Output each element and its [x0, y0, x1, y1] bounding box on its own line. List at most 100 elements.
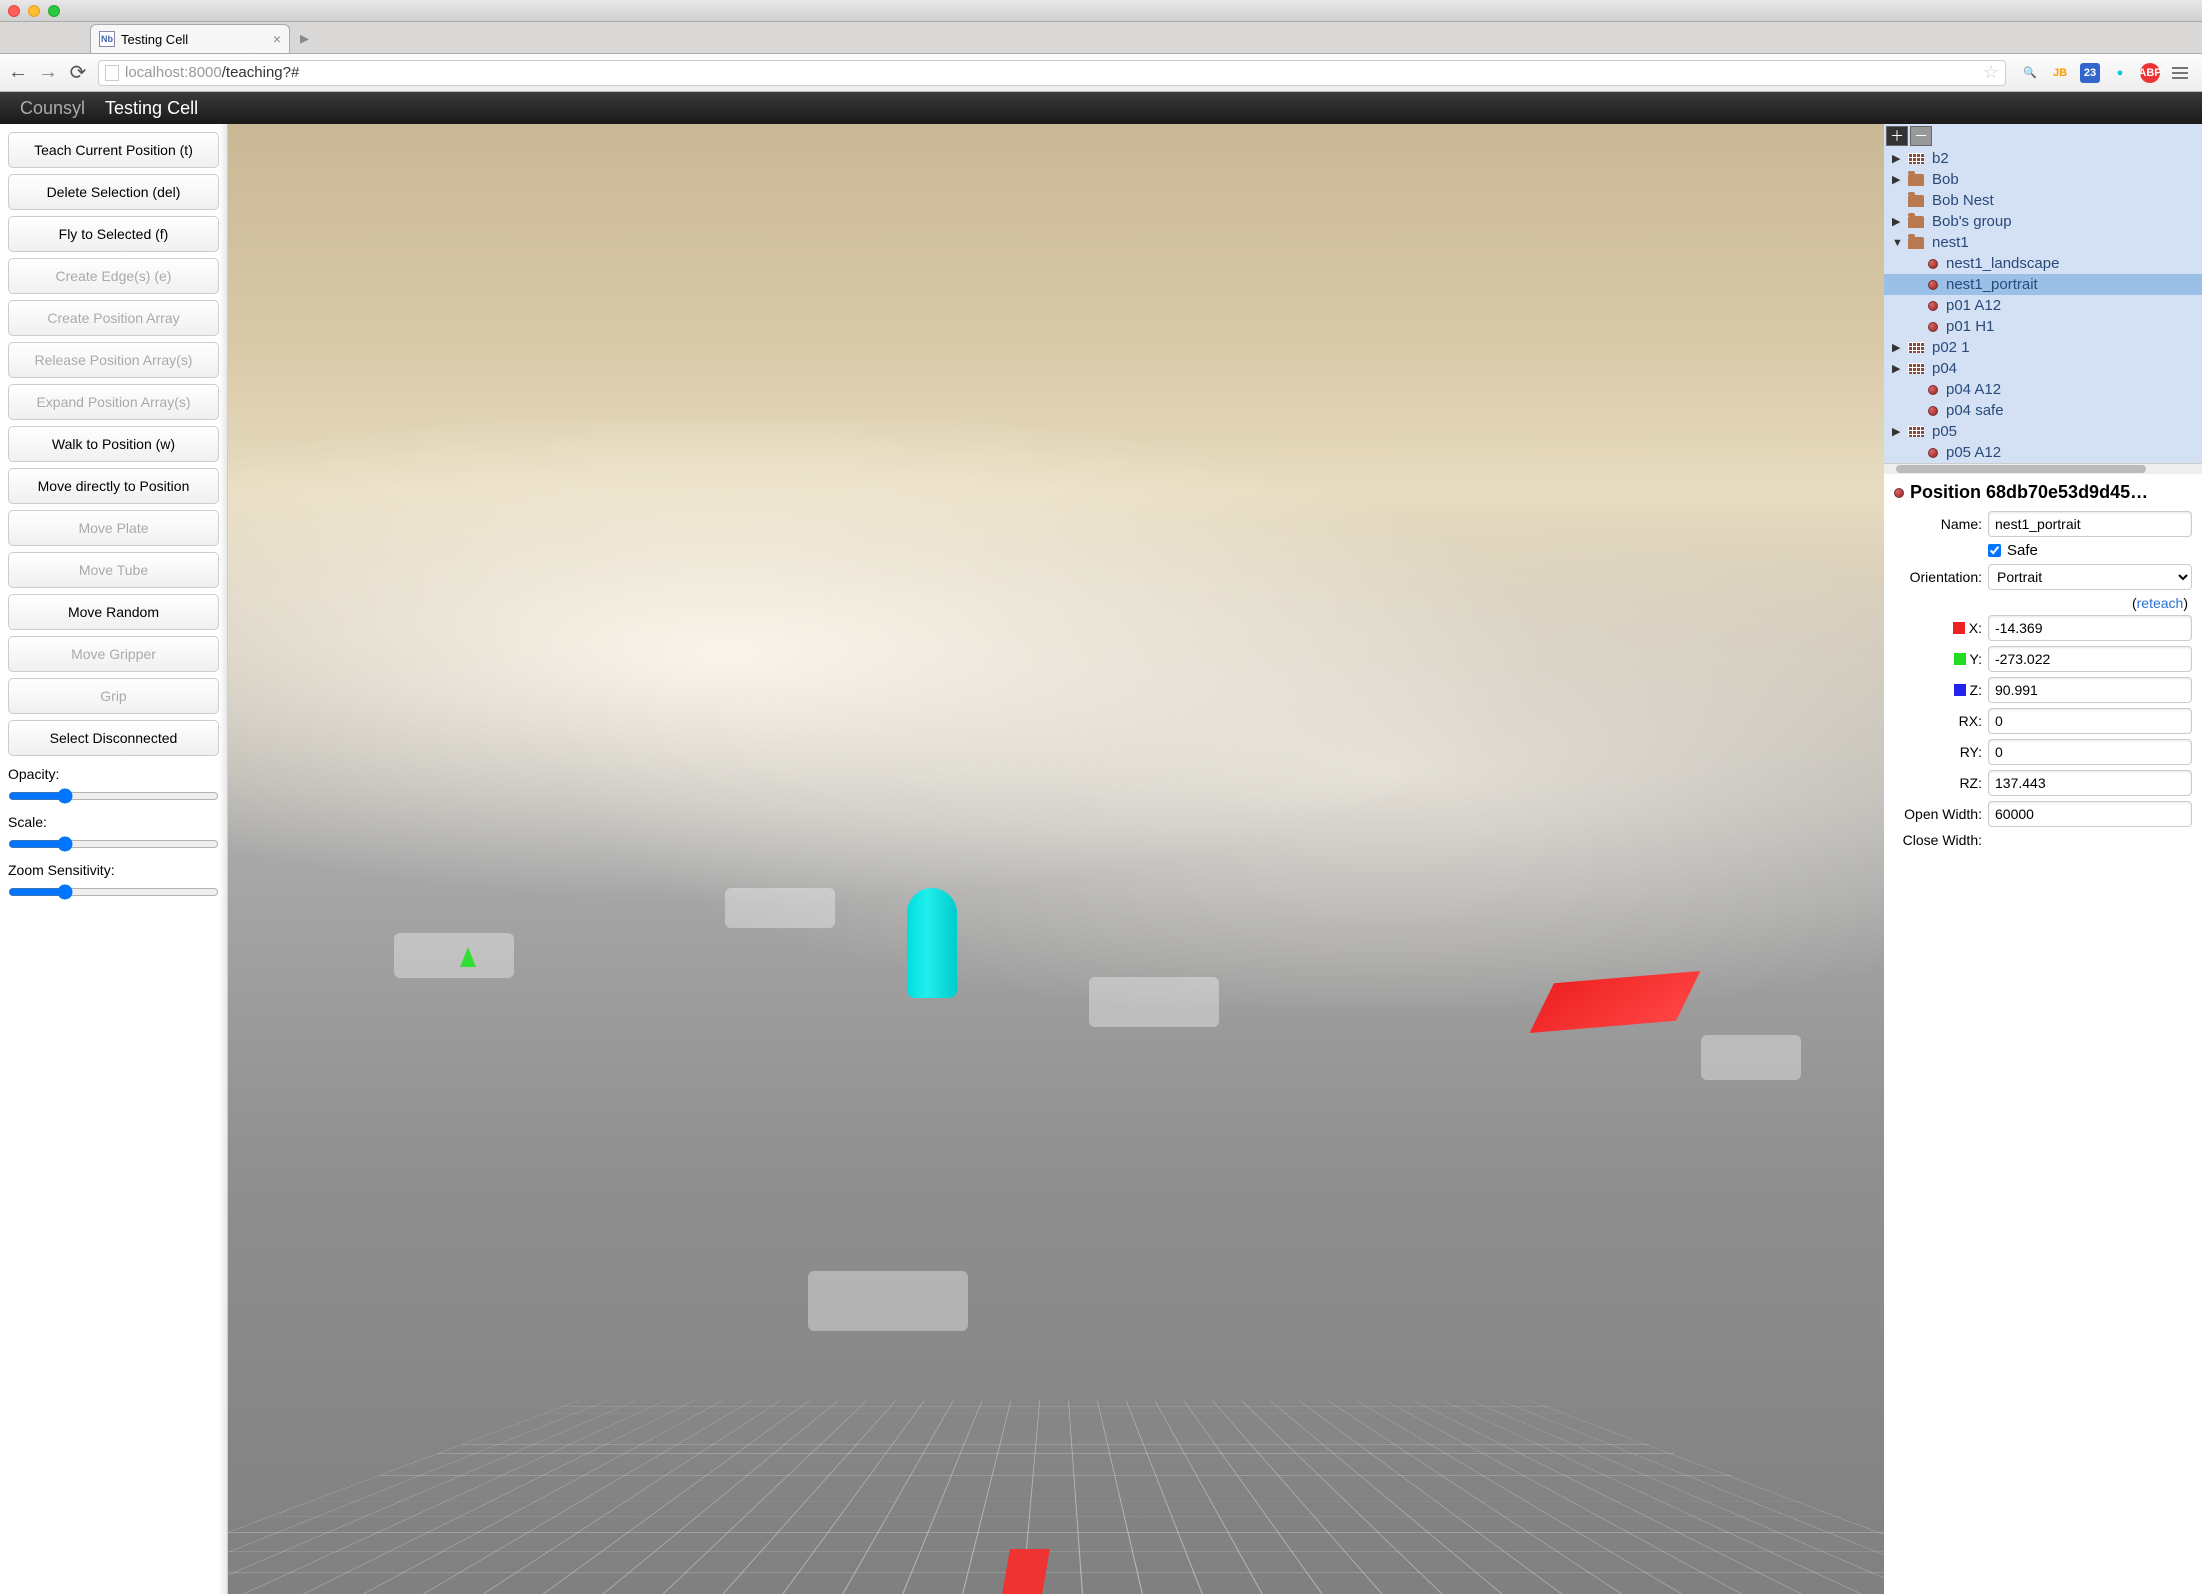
- remove-folder-button[interactable]: －: [1910, 126, 1932, 146]
- disclosure-arrow-icon[interactable]: ▶: [1892, 362, 1904, 375]
- disclosure-arrow-icon[interactable]: ▼: [1892, 237, 1904, 249]
- tree-item[interactable]: nest1_portrait: [1884, 274, 2202, 295]
- tree-item[interactable]: Bob Nest: [1884, 190, 2202, 211]
- close-tab-icon[interactable]: ×: [273, 31, 281, 47]
- fly-to-selected-f--button[interactable]: Fly to Selected (f): [8, 216, 219, 252]
- abp-extension-icon[interactable]: ABP: [2140, 63, 2160, 83]
- grip-button[interactable]: Grip: [8, 678, 219, 714]
- move-plate-button[interactable]: Move Plate: [8, 510, 219, 546]
- y-input[interactable]: [1988, 646, 2192, 672]
- grid-icon: [1908, 426, 1924, 437]
- tree-item[interactable]: ▶ p04: [1884, 358, 2202, 379]
- reteach-link[interactable]: reteach: [2137, 595, 2184, 611]
- forward-button[interactable]: →: [38, 61, 58, 84]
- point-icon: [1928, 259, 1938, 269]
- calendar-extension-icon[interactable]: 23: [2080, 63, 2100, 83]
- orientation-select[interactable]: Portrait: [1988, 564, 2192, 590]
- tree-item[interactable]: ▶b2: [1884, 148, 2202, 169]
- url-input[interactable]: localhost:8000/teaching?# ☆: [98, 60, 2006, 86]
- scale-slider[interactable]: [8, 836, 219, 852]
- tree-item-label: p04 A12: [1946, 381, 2001, 398]
- add-folder-button[interactable]: ＋: [1886, 126, 1908, 146]
- x-input[interactable]: [1988, 615, 2192, 641]
- opacity-slider[interactable]: [8, 788, 219, 804]
- disclosure-arrow-icon[interactable]: ▶: [1892, 173, 1904, 186]
- tree-item-label: nest1_portrait: [1946, 276, 2038, 293]
- tree-item-label: nest1_landscape: [1946, 255, 2059, 272]
- search-extension-icon[interactable]: 🔍: [2020, 63, 2040, 83]
- bookmark-icon[interactable]: ☆: [1983, 62, 1999, 83]
- folder-icon: [1908, 195, 1924, 207]
- walk-to-position-w--button[interactable]: Walk to Position (w): [8, 426, 219, 462]
- tree-item[interactable]: ▶Bob's group: [1884, 211, 2202, 232]
- jb-extension-icon[interactable]: JB: [2050, 63, 2070, 83]
- create-position-array-button[interactable]: Create Position Array: [8, 300, 219, 336]
- tree-item[interactable]: p04 A12: [1884, 379, 2202, 400]
- tree-item-label: nest1: [1932, 234, 1969, 251]
- teach-current-position-t--button[interactable]: Teach Current Position (t): [8, 132, 219, 168]
- tree-item[interactable]: ▶p05: [1884, 421, 2202, 442]
- tree-item[interactable]: p04 safe: [1884, 400, 2202, 421]
- move-gripper-button[interactable]: Move Gripper: [8, 636, 219, 672]
- extension-icons: 🔍 JB 23 ● ABP: [2016, 63, 2194, 83]
- page-icon: [105, 65, 119, 81]
- tree-item[interactable]: p05 A12: [1884, 442, 2202, 463]
- ry-input[interactable]: [1988, 739, 2192, 765]
- back-button[interactable]: ←: [8, 61, 28, 84]
- teal-extension-icon[interactable]: ●: [2110, 63, 2130, 83]
- right-panel: ＋ － ▶b2▶BobBob Nest▶Bob's group ▼ nest1 nes…: [1884, 124, 2202, 1594]
- left-panel: Teach Current Position (t) Delete Selecti…: [0, 124, 228, 1594]
- tree-item-label: p04: [1932, 360, 1957, 377]
- name-input[interactable]: [1988, 511, 2192, 537]
- grid-icon: [1908, 363, 1924, 374]
- window-chrome: [0, 0, 2202, 22]
- tree-item[interactable]: ▼ nest1: [1884, 232, 2202, 253]
- tree-item[interactable]: ▶Bob: [1884, 169, 2202, 190]
- select-disconnected-button[interactable]: Select Disconnected: [8, 720, 219, 756]
- tree-item[interactable]: p01 H1: [1884, 316, 2202, 337]
- zoom-label: Zoom Sensitivity:: [8, 862, 219, 878]
- properties-title: Position 68db70e53d9d45…: [1910, 482, 2148, 503]
- tree-scrollbar[interactable]: [1884, 464, 2202, 474]
- point-icon: [1928, 385, 1938, 395]
- rx-input[interactable]: [1988, 708, 2192, 734]
- move-directly-to-position-button[interactable]: Move directly to Position: [8, 468, 219, 504]
- rz-input[interactable]: [1988, 770, 2192, 796]
- grid-icon: [1908, 342, 1924, 353]
- tree-item[interactable]: ▶p02 1: [1884, 337, 2202, 358]
- zoom-slider[interactable]: [8, 884, 219, 900]
- point-icon: [1928, 322, 1938, 332]
- app-header: Counsyl Testing Cell: [0, 92, 2202, 124]
- url-bar: ← → ⟳ localhost:8000/teaching?# ☆ 🔍 JB 2…: [0, 54, 2202, 92]
- create-edge-s-e--button[interactable]: Create Edge(s) (e): [8, 258, 219, 294]
- open-width-input[interactable]: [1988, 801, 2192, 827]
- browser-tab[interactable]: Nb Testing Cell ×: [90, 24, 290, 53]
- disclosure-arrow-icon[interactable]: ▶: [1892, 341, 1904, 354]
- disclosure-arrow-icon[interactable]: ▶: [1892, 152, 1904, 165]
- release-position-array-s--button[interactable]: Release Position Array(s): [8, 342, 219, 378]
- green-marker: [460, 947, 476, 967]
- safe-checkbox[interactable]: [1988, 544, 2001, 557]
- zoom-window-icon[interactable]: [48, 5, 60, 17]
- safe-label: Safe: [2007, 542, 2038, 559]
- opacity-label: Opacity:: [8, 766, 219, 782]
- folder-icon: [1908, 237, 1924, 249]
- viewport-3d[interactable]: [228, 124, 1884, 1594]
- minimize-window-icon[interactable]: [28, 5, 40, 17]
- tree-item[interactable]: p01 A12: [1884, 295, 2202, 316]
- move-random-button[interactable]: Move Random: [8, 594, 219, 630]
- expand-position-array-s--button[interactable]: Expand Position Array(s): [8, 384, 219, 420]
- page-title: Testing Cell: [105, 98, 198, 119]
- close-window-icon[interactable]: [8, 5, 20, 17]
- move-tube-button[interactable]: Move Tube: [8, 552, 219, 588]
- z-input[interactable]: [1988, 677, 2192, 703]
- folder-icon: [1908, 216, 1924, 228]
- new-tab-button[interactable]: ▸: [294, 28, 315, 49]
- disclosure-arrow-icon[interactable]: ▶: [1892, 425, 1904, 438]
- delete-selection-del--button[interactable]: Delete Selection (del): [8, 174, 219, 210]
- reload-button[interactable]: ⟳: [68, 60, 88, 85]
- menu-icon[interactable]: [2170, 65, 2190, 81]
- position-icon: [1894, 488, 1904, 498]
- tree-item[interactable]: nest1_landscape: [1884, 253, 2202, 274]
- disclosure-arrow-icon[interactable]: ▶: [1892, 215, 1904, 228]
